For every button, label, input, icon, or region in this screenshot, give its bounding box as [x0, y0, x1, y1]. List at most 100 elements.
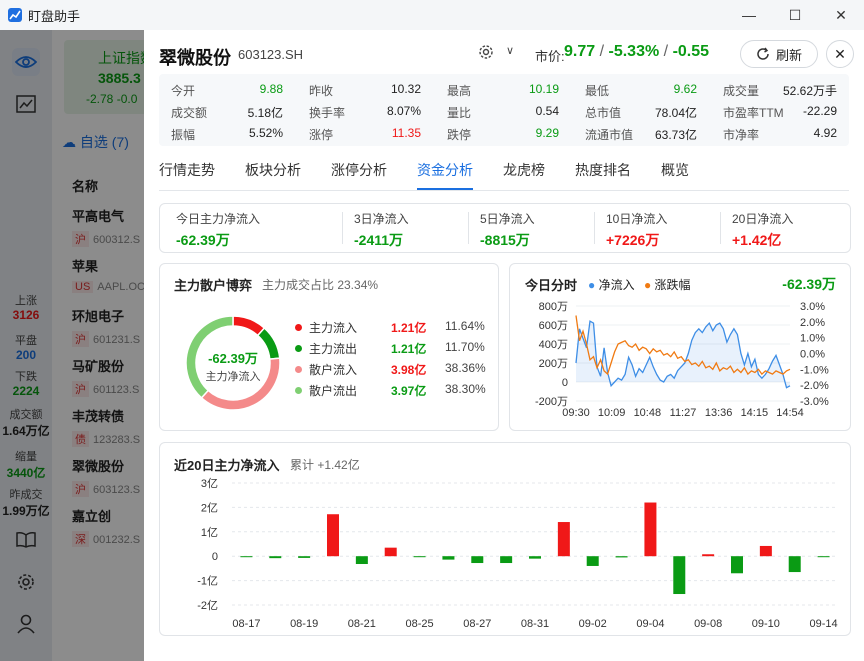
battle-item-pct: 11.64% [445, 319, 485, 333]
twenty-day-subtitle: 累计 +1.42亿 [290, 458, 360, 472]
battle-legend-row: 散户流入 3.98亿 38.36% [295, 361, 486, 379]
x-tick: 08-19 [290, 618, 318, 630]
quote-cell: 总市值 78.04亿 [585, 104, 697, 120]
tab-4[interactable]: 龙虎榜 [503, 160, 545, 190]
stock-detail-dialog: 翠微股份 603123.SH ∨ 市价: 9.77 / -5.33% / -0.… [144, 30, 864, 661]
price-separator: / [599, 43, 605, 60]
intraday-card: 今日分时 ● 净流入 ● 涨跌幅 -62.39万 800万 600万 400万 200… [509, 263, 851, 431]
quote-value: -22.29 [802, 104, 837, 118]
tab-3[interactable]: 资金分析 [417, 160, 473, 190]
window-close-button[interactable]: ✕ [818, 0, 864, 30]
net-flow-value: -8815万 [480, 232, 530, 248]
tab-2[interactable]: 涨停分析 [331, 160, 387, 190]
price-separator-2: / [663, 43, 669, 60]
quote-label: 市盈率TTM [723, 106, 784, 120]
tab-6[interactable]: 概览 [661, 160, 689, 190]
tab-1[interactable]: 板块分析 [245, 160, 301, 190]
quote-cell: 振幅 5.52% [171, 126, 283, 142]
bar [240, 556, 253, 558]
legend-netflow: 净流入 [598, 278, 635, 292]
y-left-tick: 0 [562, 377, 568, 389]
quote-label: 跌停 [447, 128, 472, 142]
net-flow-label: 3日净流入 [354, 212, 409, 226]
quote-label: 成交量 [723, 84, 760, 98]
x-tick: 13:36 [705, 407, 733, 419]
quote-value: 5.52% [248, 126, 283, 140]
quote-label: 今开 [171, 84, 196, 98]
battle-item-label: 散户流入 [309, 363, 358, 377]
quote-label: 振幅 [171, 128, 196, 142]
quote-cell: 昨收 10.32 [309, 82, 421, 98]
net-flow-divider [720, 212, 721, 244]
bar [702, 554, 715, 557]
quote-label: 昨收 [309, 84, 334, 98]
quote-value: 52.62万手 [782, 84, 837, 98]
net-flow-item: 10日净流入 +7226万 [606, 210, 667, 250]
twenty-day-bar-chart: 3亿 2亿 1亿 0 -1亿 -2亿 08-17 08-19 08-21 08-25 08-27 08… [197, 477, 838, 630]
gear-icon[interactable] [478, 44, 494, 60]
legend-dot-icon [295, 324, 302, 331]
net-flow-summary: 今日主力净流入 -62.39万 3日净流入 -2411万 5日净流入 -8815万 10日净… [159, 203, 851, 253]
battle-item-pct: 11.70% [445, 340, 485, 354]
chevron-down-icon[interactable]: ∨ [506, 44, 514, 57]
quote-value: 11.35 [391, 126, 421, 140]
twenty-day-card: 近20日主力净流入 累计 +1.42亿 3亿 2亿 1亿 0 -1亿 -2亿 08-17 08… [159, 442, 851, 636]
bar [817, 556, 830, 558]
legend-change: 涨跌幅 [654, 278, 691, 292]
x-tick: 14:54 [776, 407, 804, 419]
quote-label: 最低 [585, 84, 610, 98]
y-left-tick: 200万 [539, 358, 568, 370]
quote-label: 涨停 [309, 128, 334, 142]
quote-grid: 今开 9.88 昨收 10.32 最高 10.19 最低 9.62 成交量 52.62万手 成交额 5… [159, 74, 849, 146]
quote-value: 63.73亿 [654, 128, 697, 142]
refresh-label: 刷新 [775, 47, 802, 63]
net-flow-item: 3日净流入 -2411万 [354, 210, 409, 250]
price-change-pct: -5.33% [608, 43, 660, 60]
dialog-close-button[interactable]: ✕ [826, 40, 854, 68]
quote-value: 5.18亿 [247, 106, 283, 120]
quote-cell: 市盈率TTM -22.29 [723, 104, 837, 120]
donut-center-label: 主力净流入 [205, 371, 261, 383]
stock-code: 603123.SH [238, 47, 304, 62]
x-tick: 08-21 [348, 618, 376, 630]
bar [327, 514, 339, 557]
x-tick: 08-27 [463, 618, 491, 630]
net-flow-value: -2411万 [354, 232, 404, 248]
maximize-button[interactable]: ☐ [772, 0, 818, 30]
bar [413, 556, 426, 558]
battle-title: 主力散户博弈 [174, 278, 253, 293]
quote-value: 10.19 [528, 82, 559, 96]
net-flow-divider [342, 212, 343, 244]
bar [788, 556, 801, 573]
battle-subtitle: 主力成交占比 23.34% [262, 278, 379, 292]
refresh-button[interactable]: 刷新 [740, 40, 818, 68]
twenty-day-title: 近20日主力净流入 [174, 458, 280, 473]
quote-cell: 换手率 8.07% [309, 104, 421, 120]
x-tick: 10:09 [598, 407, 626, 419]
x-tick: 09-10 [752, 618, 780, 630]
quote-label: 成交额 [171, 106, 208, 120]
net-flow-value: +7226万 [606, 232, 660, 248]
quote-value: 8.07% [386, 104, 421, 118]
net-flow-item: 20日净流入 +1.42亿 [732, 210, 793, 250]
tab-5[interactable]: 热度排名 [575, 160, 631, 190]
app-title: 盯盘助手 [28, 8, 81, 24]
tab-0[interactable]: 行情走势 [159, 160, 215, 190]
net-flow-label: 5日净流入 [480, 212, 535, 226]
tab-bar: 行情走势 板块分析 涨停分析 资金分析 龙虎榜 热度排名 概览 [159, 160, 719, 190]
minimize-button[interactable]: — [726, 0, 772, 30]
battle-item-label: 主力流出 [309, 342, 358, 356]
bar [615, 556, 628, 558]
y-tick: 0 [212, 551, 218, 563]
battle-item-label: 主力流入 [309, 321, 358, 335]
refresh-icon [757, 47, 769, 60]
x-tick: 09-14 [810, 618, 838, 630]
y-right-tick: 1.0% [800, 333, 825, 345]
quote-label: 换手率 [309, 106, 346, 120]
x-tick: 11:27 [670, 407, 697, 419]
tab-divider [159, 190, 849, 191]
quote-label: 量比 [447, 106, 472, 120]
x-tick: 09:30 [562, 407, 590, 419]
bar [644, 502, 657, 557]
y-right-tick: 3.0% [800, 301, 825, 313]
